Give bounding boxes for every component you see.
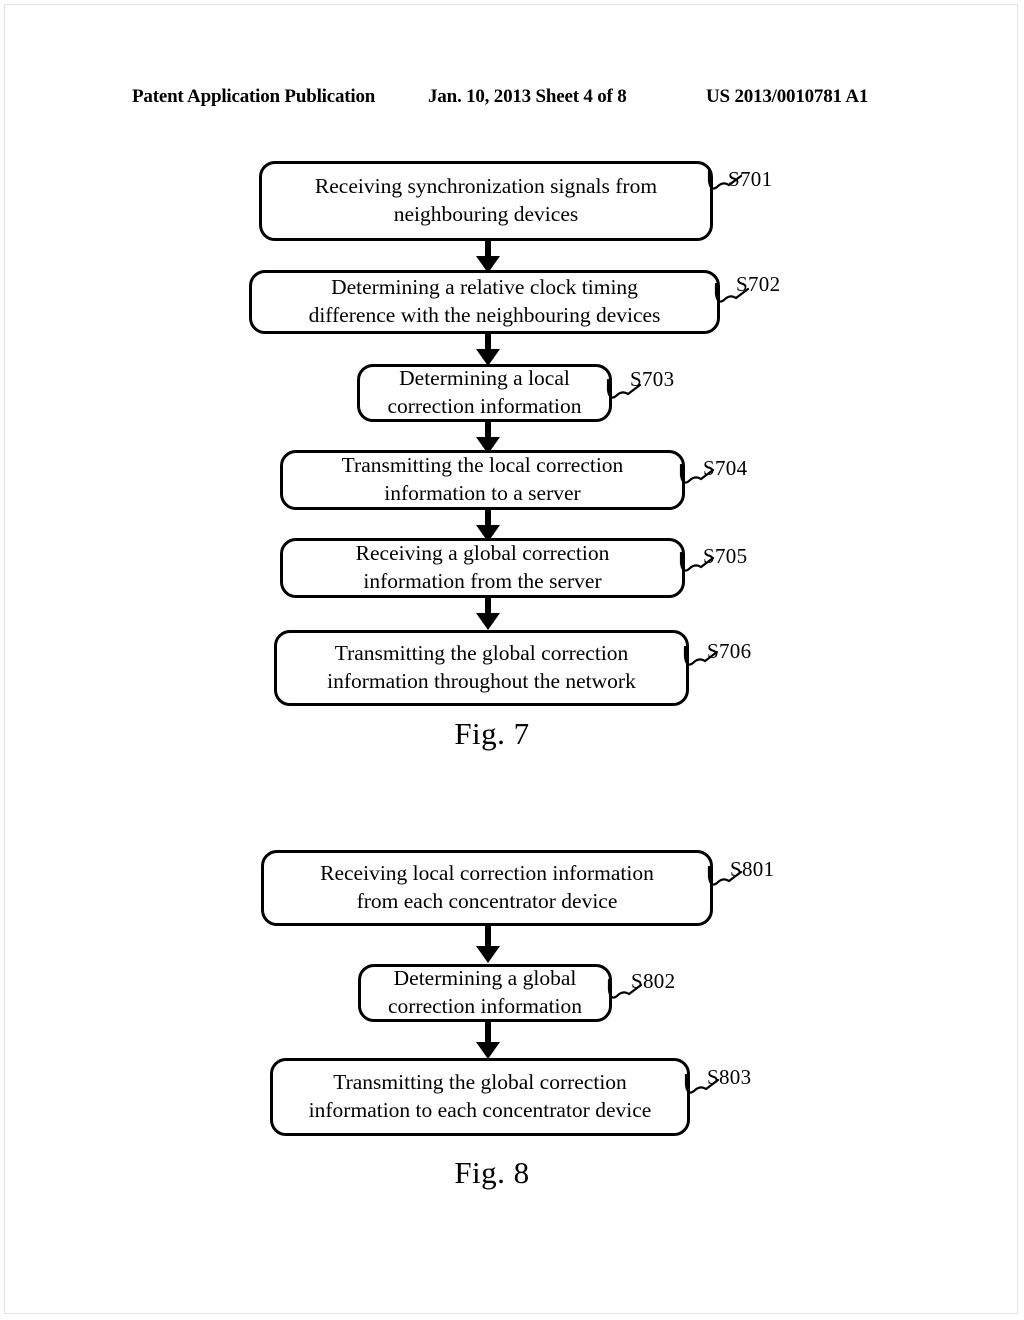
- step-ref-s702: S702: [736, 272, 781, 296]
- flow-step-s705: Receiving a global correction informatio…: [280, 538, 685, 598]
- step-ref-s802: S802: [631, 969, 676, 993]
- connector-s701-s702: [476, 241, 500, 273]
- flow-step-s703: Determining a local correction informati…: [357, 364, 612, 422]
- header-date-sheet: Jan. 10, 2013 Sheet 4 of 8: [428, 86, 627, 107]
- step-ref-s701: S701: [728, 167, 773, 191]
- step-ref-s801: S801: [730, 857, 775, 881]
- step-ref-s703: S703: [630, 367, 675, 391]
- flow-step-s706-text: Transmitting the global correction infor…: [327, 641, 636, 693]
- connector-s705-s706: [476, 598, 500, 630]
- flow-step-s802: Determining a global correction informat…: [358, 964, 612, 1022]
- step-ref-s803: S803: [707, 1065, 752, 1089]
- flow-step-s701: Receiving synchronization signals from n…: [259, 161, 713, 241]
- figure-caption-8: Fig. 8: [454, 1155, 530, 1190]
- flow-step-s803: Transmitting the global correction infor…: [270, 1058, 690, 1136]
- connector-s702-s703: [476, 334, 500, 366]
- connector-s801-s802: [476, 926, 500, 966]
- step-ref-s706: S706: [707, 639, 752, 663]
- figure-caption-7: Fig. 7: [454, 716, 530, 751]
- flow-step-s705-text: Receiving a global correction informatio…: [355, 541, 610, 593]
- page-header: Patent Application Publication Jan. 10, …: [0, 86, 1024, 112]
- connector-s802-s803: [476, 1022, 500, 1060]
- header-patent-number: US 2013/0010781 A1: [706, 86, 869, 107]
- flow-step-s704: Transmitting the local correction inform…: [280, 450, 685, 510]
- flow-step-s702: Determining a relative clock timing diff…: [249, 270, 720, 334]
- step-ref-s705: S705: [703, 544, 748, 568]
- patent-drawing-sheet: Patent Application Publication Jan. 10, …: [0, 0, 1024, 1320]
- flow-step-s706: Transmitting the global correction infor…: [274, 630, 689, 706]
- step-ref-s704: S704: [703, 456, 748, 480]
- flow-step-s701-text: Receiving synchronization signals from n…: [314, 174, 658, 226]
- header-publication: Patent Application Publication: [132, 86, 376, 107]
- flow-step-s704-text: Transmitting the local correction inform…: [341, 453, 624, 505]
- flow-step-s802-text: Determining a global correction informat…: [387, 966, 583, 1018]
- flow-step-s703-text: Determining a local correction informati…: [387, 366, 582, 418]
- flow-step-s702-text: Determining a relative clock timing diff…: [308, 275, 661, 327]
- flow-step-s801-text: Receiving local correction information f…: [320, 861, 654, 913]
- flow-step-s801: Receiving local correction information f…: [261, 850, 713, 926]
- flow-step-s803-text: Transmitting the global correction infor…: [308, 1070, 652, 1122]
